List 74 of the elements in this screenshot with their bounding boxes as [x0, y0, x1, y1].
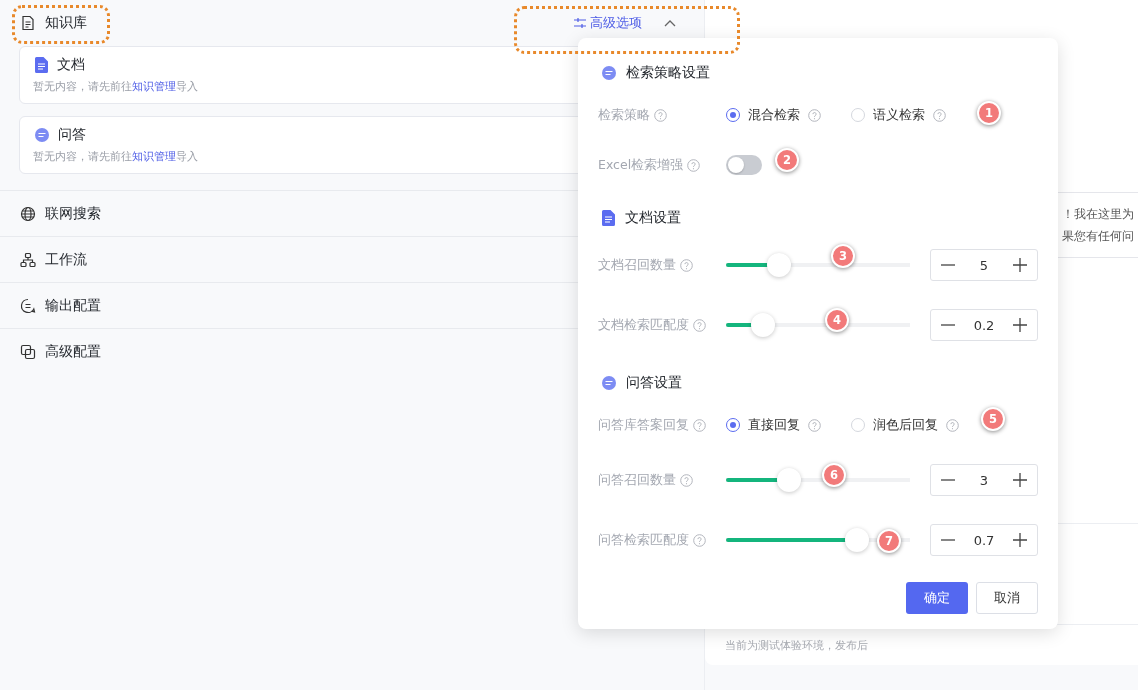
environment-note: 当前为测试体验环境，发布后 — [725, 637, 868, 653]
copy-icon — [20, 343, 36, 360]
stepper-value: 3 — [979, 472, 989, 488]
help-icon — [680, 258, 693, 272]
cancel-button[interactable]: 取消 — [976, 582, 1038, 614]
chat-lines-icon — [20, 297, 36, 314]
number-stepper[interactable]: 0.2 — [930, 309, 1038, 341]
document-icon — [602, 210, 615, 226]
radio-circle[interactable] — [726, 418, 740, 432]
card-title: 文档 — [57, 56, 85, 74]
setting-label: 问答检索匹配度 — [598, 531, 689, 549]
slider-handle[interactable] — [750, 313, 775, 337]
advanced-options-link[interactable]: 高级选项 — [574, 14, 642, 32]
message-text: ！我在这里为 — [1062, 206, 1135, 223]
setting-label: 问答库答案回复 — [598, 416, 689, 434]
help-icon — [808, 108, 821, 122]
config-section[interactable]: 输出配置 — [45, 296, 101, 315]
help-icon — [693, 418, 706, 432]
stepper-value: 5 — [979, 257, 989, 273]
confirm-button[interactable]: 确定 — [906, 582, 968, 614]
setting-label: 检索策略 — [598, 106, 650, 124]
radio-option[interactable]: 润色后回复 — [851, 416, 959, 434]
help-icon — [680, 473, 693, 487]
radio-option[interactable]: 语义检索 — [851, 106, 946, 124]
sliders-icon — [574, 17, 586, 29]
config-section[interactable]: 高级配置 — [45, 342, 101, 361]
plus-icon — [1013, 318, 1027, 332]
config-section[interactable]: 联网搜索 — [45, 204, 101, 223]
help-icon — [654, 108, 667, 122]
globe-icon — [20, 205, 36, 222]
chat-bubble-icon — [602, 66, 616, 80]
toggle-switch[interactable] — [726, 155, 762, 175]
message-text: 果您有任何问 — [1062, 228, 1135, 245]
document-icon — [35, 57, 48, 73]
settings-heading: 文档设置 — [625, 209, 681, 227]
plus-icon — [1013, 473, 1027, 487]
hierarchy-icon — [20, 251, 36, 268]
chat-bubble-icon — [602, 376, 616, 390]
knowledge-link[interactable]: 知识管理 — [132, 80, 176, 93]
setting-label: 问答召回数量 — [598, 471, 676, 489]
minus-icon — [941, 264, 955, 266]
radio-option[interactable]: 直接回复 — [726, 416, 821, 434]
stepper-value: 0.2 — [973, 317, 995, 333]
stepper-value: 0.7 — [973, 532, 995, 548]
setting-label: Excel检索增强 — [598, 156, 684, 174]
radio-circle[interactable] — [726, 108, 740, 122]
help-icon — [687, 158, 701, 172]
slider-handle[interactable] — [776, 468, 801, 492]
radio-option[interactable]: 混合检索 — [726, 106, 821, 124]
setting-label: 文档召回数量 — [598, 256, 676, 274]
help-icon — [946, 418, 959, 432]
settings-heading: 问答设置 — [626, 374, 682, 392]
settings-heading: 检索策略设置 — [626, 64, 710, 82]
setting-label: 文档检索匹配度 — [598, 316, 689, 334]
document-icon — [20, 15, 36, 31]
help-icon — [693, 318, 706, 332]
knowledge-link[interactable]: 知识管理 — [132, 150, 176, 163]
minus-icon — [941, 539, 955, 541]
help-icon — [693, 533, 706, 547]
minus-icon — [941, 324, 955, 326]
help-icon — [933, 108, 946, 122]
card-title: 问答 — [58, 126, 86, 144]
config-section[interactable]: 工作流 — [45, 250, 87, 269]
minus-icon — [941, 479, 955, 481]
slider-handle[interactable] — [844, 528, 869, 552]
slider-handle[interactable] — [767, 253, 792, 277]
section-title: 知识库 — [45, 14, 87, 32]
number-stepper[interactable]: 3 — [930, 464, 1038, 496]
number-stepper[interactable]: 5 — [930, 249, 1038, 281]
number-stepper[interactable]: 0.7 — [930, 524, 1038, 556]
help-icon — [808, 418, 821, 432]
chat-bubble-icon — [35, 128, 49, 142]
plus-icon — [1013, 533, 1027, 547]
plus-icon — [1013, 258, 1027, 272]
